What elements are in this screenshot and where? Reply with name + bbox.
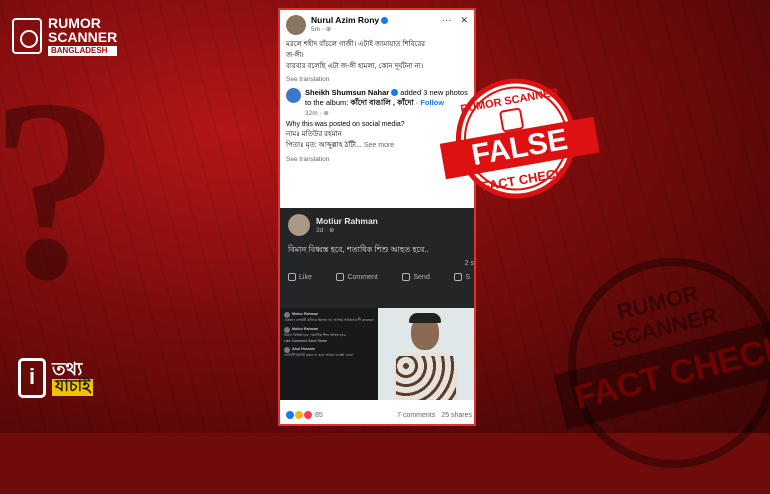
dark-mode-post-screenshot: Motiur Rahman 3d · ⊕ বিমান বিধ্বস্ত হবে,… (280, 208, 474, 308)
post-body: মরলে শহীদ বাঁচলে গাজী। এটাই জামায়াত শিব… (280, 40, 474, 73)
scanner-icon (12, 18, 42, 54)
mini-author: Motiur Rahman (292, 326, 319, 331)
post-photos[interactable]: Motiur Rahman একজন লেখাটি বানিয়ে ছিলেন … (280, 308, 474, 400)
send-label: Send (413, 273, 430, 281)
verified-icon (391, 89, 399, 97)
share-label: S (465, 273, 470, 281)
comment-label: Comment (347, 273, 378, 281)
avatar[interactable] (286, 87, 301, 103)
brand-line3: BANGLADESH (48, 46, 118, 56)
love-reaction-icon (304, 411, 312, 419)
tathya-line1: তথ্য (52, 359, 83, 380)
brand-line2: SCANNER (48, 29, 118, 45)
mini-author: Motiur Rahman (292, 312, 319, 317)
comment-icon (336, 273, 345, 281)
dark-post-author: Motiur Rahman (316, 216, 378, 226)
rumor-scanner-logo: RUMOR SCANNER BANGLADESH (12, 15, 118, 56)
album-link[interactable]: কাঁদো বাঙালি , কাঁদো (350, 98, 413, 107)
false-fact-check-stamp: RUMOR SCANNER FALSE FACT CHECK (429, 67, 611, 233)
comment-screenshot-photo[interactable]: Motiur Rahman একজন লেখাটি বানিয়ে ছিলেন … (280, 308, 378, 400)
see-translation-link[interactable]: See translation (280, 73, 474, 86)
see-more-link[interactable]: See more (364, 142, 394, 149)
like-button: Like (288, 273, 312, 281)
avatar (288, 214, 310, 236)
dark-post-text: বিমান বিধ্বস্ত হবে, শতাধিক শিশু আহত হবে.… (288, 245, 429, 254)
verified-icon (381, 17, 389, 25)
like-icon (288, 273, 296, 281)
mini-text: লেখাটি ডিলিট করুন না হলে আমরা ব্যবস্থা ন… (284, 353, 354, 358)
like-label: Like (299, 273, 312, 281)
shared-author[interactable]: Sheikh Shumsun Nahar (305, 88, 389, 97)
dark-post-time: 2 s (464, 260, 474, 267)
shared-line: পিতাঃ মৃত: আব্দুল্লাহ ঠাঁটী... (286, 142, 362, 150)
shares-count[interactable]: 25 shares (441, 412, 472, 419)
brand-line1: RUMOR (48, 15, 101, 31)
mini-text: একজন লেখাটি বানিয়ে ছিলেন না, আগাম ভবিষ্… (284, 318, 374, 322)
send-button: Send (402, 273, 430, 281)
messenger-icon (402, 273, 411, 281)
post-author[interactable]: Nurul Azim Rony (311, 15, 379, 25)
mini-actions: Like Comment Send Share (284, 338, 328, 343)
question-mark-graphic: ? (0, 46, 120, 334)
comment-button: Comment (336, 273, 378, 281)
tathya-jachai-logo: তথ্য যাচাই (18, 358, 94, 398)
like-reaction-icon (286, 411, 294, 419)
comments-count[interactable]: 7 comments (397, 412, 435, 419)
dark-post-meta: 3d · ⊕ (316, 227, 335, 234)
tathya-line2: যাচাই (52, 378, 94, 396)
share-icon (454, 273, 463, 281)
person-photo[interactable] (378, 308, 474, 400)
close-icon[interactable]: ✕ (460, 15, 468, 26)
haha-reaction-icon (295, 411, 303, 419)
post-line: বারবার বলেছি এটা জ-ঙ্গী হামলা, কোন দূর্ঘ… (286, 62, 424, 70)
info-icon (18, 358, 46, 398)
reaction-icons[interactable] (286, 411, 312, 419)
reaction-count[interactable]: 85 (315, 412, 323, 419)
post-footer: 85 7 comments 25 shares (280, 406, 474, 424)
post-meta: 5m · ⊕ (311, 26, 332, 33)
facebook-post-card: Nurul Azim Rony 5m · ⊕ ··· ✕ মরলে শহীদ ব… (278, 8, 476, 426)
avatar[interactable] (286, 15, 306, 35)
post-line: জ-ঙ্গী। (286, 51, 304, 59)
share-button: S (454, 273, 470, 281)
post-line: মরলে শহীদ বাঁচলে গাজী। এটাই জামায়াত শিব… (286, 41, 426, 48)
more-options-icon[interactable]: ··· (441, 15, 451, 26)
